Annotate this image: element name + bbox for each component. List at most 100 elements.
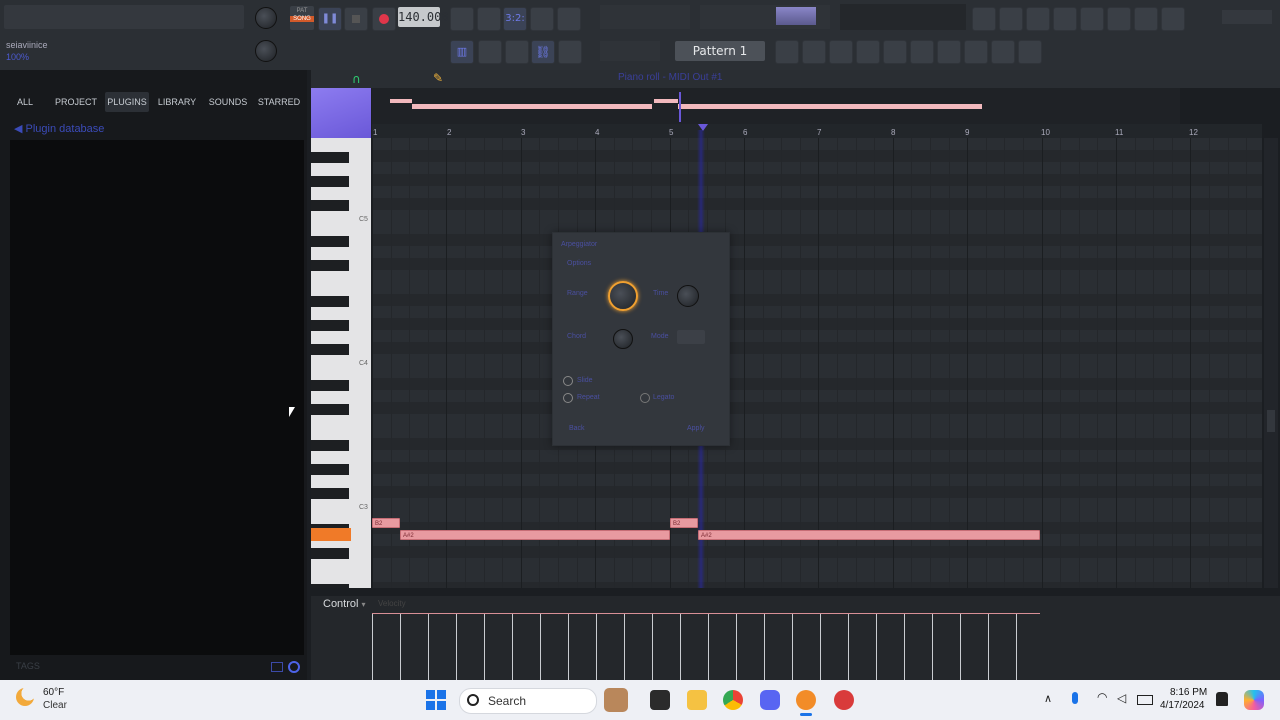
slide-radio[interactable] — [563, 376, 573, 386]
velocity-stem[interactable] — [568, 614, 569, 680]
link-button[interactable]: ⛓ — [531, 40, 555, 64]
view-button-1[interactable] — [972, 7, 996, 31]
note-as2-1[interactable]: A#2 — [400, 530, 670, 540]
velocity-stem[interactable] — [596, 614, 597, 680]
step-display[interactable]: 3:2: — [503, 7, 527, 31]
velocity-stem[interactable] — [960, 614, 961, 680]
file-explorer-icon[interactable] — [687, 690, 707, 710]
chevron-up-icon[interactable]: ∧ — [1044, 692, 1052, 705]
note-as2-2[interactable]: A#2 — [698, 530, 1040, 540]
metronome-button[interactable] — [450, 7, 474, 31]
tab-plugins[interactable]: PLUGINS — [105, 92, 149, 112]
tab-starred[interactable]: STARRED — [255, 92, 303, 112]
view-button-2[interactable] — [999, 7, 1023, 31]
fl-studio-icon[interactable] — [796, 690, 816, 710]
velocity-stem[interactable] — [708, 614, 709, 680]
black-key[interactable] — [311, 404, 349, 415]
black-key[interactable] — [311, 260, 349, 271]
control-selector[interactable]: Control ▾ — [323, 598, 366, 610]
velocity-stem[interactable] — [792, 614, 793, 680]
velocity-stem[interactable] — [540, 614, 541, 680]
mode-stepper[interactable] — [677, 330, 705, 344]
velocity-stem[interactable] — [988, 614, 989, 680]
velocity-stem[interactable] — [484, 614, 485, 680]
velocity-stem[interactable] — [820, 614, 821, 680]
tool-button-4[interactable] — [856, 40, 880, 64]
velocity-stem[interactable] — [764, 614, 765, 680]
piano-roll-button[interactable]: ▥ — [450, 40, 474, 64]
notification-icon[interactable] — [1216, 692, 1228, 706]
tool-button-1[interactable] — [775, 40, 799, 64]
wait-button[interactable] — [477, 7, 501, 31]
view-button-3[interactable] — [1026, 7, 1050, 31]
pause-button[interactable]: ❚❚ — [318, 7, 342, 31]
pattern-selector[interactable]: Pattern 1 — [675, 41, 765, 61]
chord-knob[interactable] — [613, 329, 633, 349]
timeline-ruler[interactable]: 1 2 3 4 5 6 7 8 9 10 11 12 — [372, 124, 1262, 138]
magnet-icon[interactable]: ∩ — [352, 72, 361, 86]
pat-song-toggle[interactable]: PAT SONG — [290, 6, 314, 30]
battery-icon[interactable] — [1137, 695, 1153, 705]
black-key[interactable] — [311, 440, 349, 451]
clock-time[interactable]: 8:16 PM — [1170, 687, 1207, 698]
view-button-4[interactable] — [1053, 7, 1077, 31]
view-button-5[interactable] — [1080, 7, 1104, 31]
black-key[interactable] — [311, 380, 349, 391]
range-knob[interactable] — [608, 281, 638, 311]
channel-rack-button[interactable] — [505, 40, 529, 64]
velocity-stem[interactable] — [372, 614, 373, 680]
tool-button-2[interactable] — [802, 40, 826, 64]
tab-library[interactable]: LIBRARY — [155, 92, 199, 112]
black-key[interactable] — [311, 488, 349, 499]
note-b2-1[interactable]: B2 — [372, 518, 400, 528]
view-button-8[interactable] — [1161, 7, 1185, 31]
discord-icon[interactable] — [760, 690, 780, 710]
volume-icon[interactable]: ◁ — [1117, 691, 1126, 705]
velocity-stem[interactable] — [624, 614, 625, 680]
tool-button-9[interactable] — [991, 40, 1015, 64]
record-button[interactable] — [372, 7, 396, 31]
tool-button-7[interactable] — [937, 40, 961, 64]
tags-label[interactable]: TAGS — [16, 661, 40, 671]
black-key[interactable] — [311, 296, 349, 307]
black-key[interactable] — [311, 176, 349, 187]
black-key[interactable] — [311, 548, 349, 559]
snap-selector[interactable] — [600, 41, 660, 61]
tab-project[interactable]: PROJECT — [52, 92, 100, 112]
tab-sounds[interactable]: SOUNDS — [206, 92, 250, 112]
velocity-stem[interactable] — [1016, 614, 1017, 680]
active-key[interactable] — [311, 528, 351, 541]
master-pitch-knob[interactable] — [255, 40, 277, 62]
playlist-button[interactable] — [558, 40, 582, 64]
repeat-radio[interactable] — [563, 393, 573, 403]
back-button[interactable]: Back — [569, 425, 585, 432]
countdown-button[interactable] — [530, 7, 554, 31]
black-key[interactable] — [311, 200, 349, 211]
task-view-icon[interactable] — [650, 690, 670, 710]
note-grid[interactable] — [372, 138, 1262, 588]
tool-button-3[interactable] — [829, 40, 853, 64]
app-icon[interactable] — [834, 690, 854, 710]
tool-button-10[interactable] — [1018, 40, 1042, 64]
weather-temp[interactable]: 60°F — [43, 687, 64, 698]
note-b2-2[interactable]: B2 — [670, 518, 698, 528]
black-key[interactable] — [311, 320, 349, 331]
black-key[interactable] — [311, 584, 349, 588]
velocity-stem[interactable] — [400, 614, 401, 680]
velocity-stem[interactable] — [512, 614, 513, 680]
taskbar-search[interactable] — [459, 688, 597, 714]
velocity-stem[interactable] — [848, 614, 849, 680]
wifi-icon[interactable]: ◠ — [1097, 690, 1107, 704]
stop-button[interactable] — [344, 7, 368, 31]
scrollbar-right[interactable] — [1264, 138, 1278, 588]
tool-button-5[interactable] — [883, 40, 907, 64]
mixer-button[interactable] — [478, 40, 502, 64]
clock-date[interactable]: 4/17/2024 — [1160, 700, 1205, 711]
velocity-lane[interactable] — [372, 612, 1040, 680]
velocity-stem[interactable] — [876, 614, 877, 680]
microphone-icon[interactable] — [1072, 692, 1078, 704]
time-knob[interactable] — [677, 285, 699, 307]
window-controls[interactable] — [1222, 10, 1272, 24]
tab-all[interactable]: ALL — [10, 92, 40, 112]
black-key[interactable] — [311, 344, 349, 355]
